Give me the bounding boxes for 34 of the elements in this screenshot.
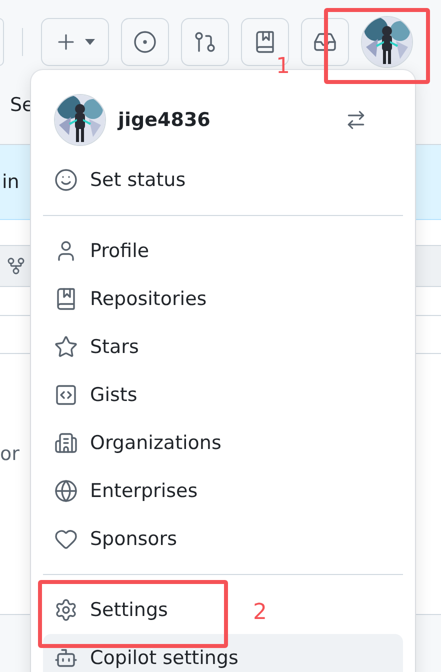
step-number: 1 bbox=[276, 54, 290, 79]
swap-icon bbox=[345, 109, 367, 131]
banner-text: in bbox=[2, 171, 20, 193]
book-icon bbox=[54, 287, 78, 311]
menu-item[interactable]: Enterprises bbox=[43, 467, 209, 515]
smiley-icon bbox=[54, 168, 78, 192]
menu-item[interactable]: Gists bbox=[43, 371, 148, 419]
menu-item[interactable]: Stars bbox=[43, 323, 150, 371]
caret-icon bbox=[84, 38, 96, 46]
robot-icon bbox=[54, 646, 78, 670]
menu-item[interactable]: Copilot settings bbox=[43, 634, 403, 672]
menu-item[interactable]: Set status bbox=[43, 156, 197, 204]
code-icon bbox=[54, 383, 78, 407]
book-icon bbox=[253, 30, 277, 54]
menu-item[interactable]: Repositories bbox=[43, 275, 218, 323]
heart-icon bbox=[54, 527, 78, 551]
settings-icon bbox=[54, 598, 78, 622]
menu-item[interactable]: Organizations bbox=[43, 419, 232, 467]
issues-button[interactable] bbox=[121, 18, 169, 66]
menu-item[interactable]: Sponsors bbox=[43, 515, 188, 563]
step-number: 2 bbox=[253, 600, 267, 625]
building-icon bbox=[54, 431, 78, 455]
inbox-button[interactable] bbox=[301, 18, 349, 66]
body-text: or bbox=[0, 443, 20, 465]
star-icon bbox=[54, 335, 78, 359]
fork-icon bbox=[6, 256, 26, 276]
globe-icon bbox=[54, 479, 78, 503]
pull-request-icon bbox=[193, 30, 217, 54]
pull-requests-button[interactable] bbox=[181, 18, 229, 66]
circle-dot-icon bbox=[133, 30, 157, 54]
menu-item[interactable]: Profile bbox=[43, 227, 160, 275]
username: jige4836 bbox=[118, 109, 212, 131]
inbox-icon bbox=[313, 30, 337, 54]
menu-item[interactable]: Settings bbox=[43, 586, 179, 634]
